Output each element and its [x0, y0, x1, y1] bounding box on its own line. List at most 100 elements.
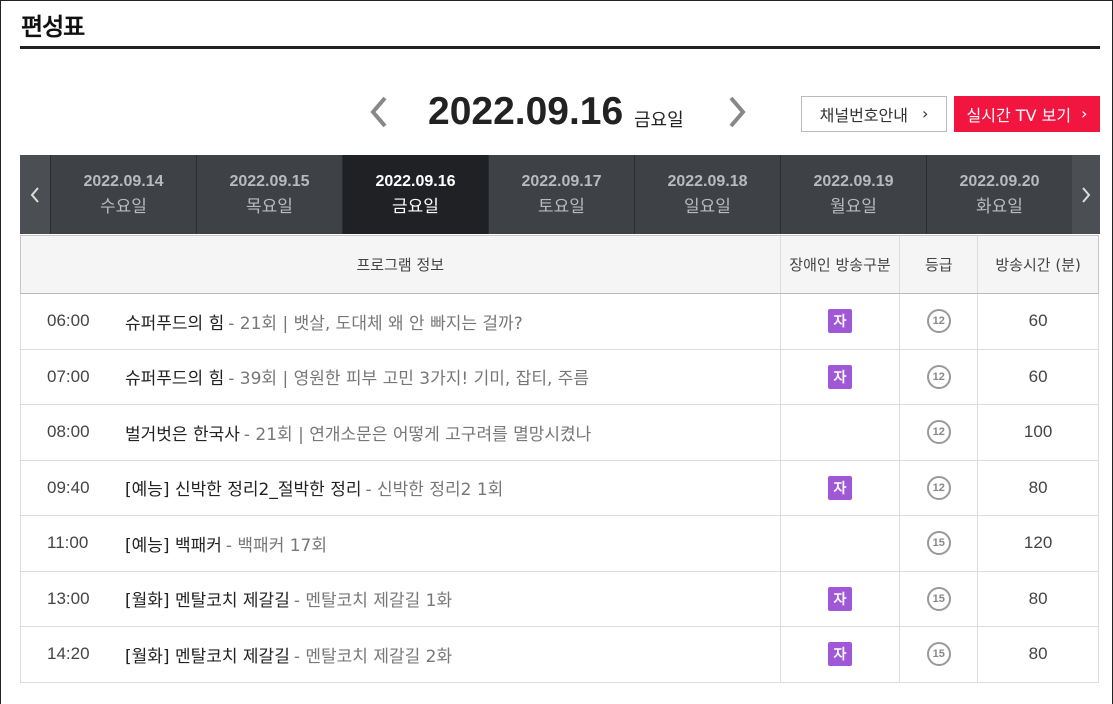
age-rating-icon: 12	[926, 309, 951, 334]
duration-value: 60	[1028, 366, 1048, 386]
tab-date[interactable]: 2022.09.15 목요일	[196, 155, 342, 234]
chevron-right-icon: ›	[1081, 104, 1088, 123]
header-program-info: 프로그램 정보	[356, 256, 445, 274]
program-title[interactable]: [예능] 신박한 정리2_절박한 정리	[125, 475, 361, 500]
disability-cell: 자	[779, 294, 900, 349]
program-info-cell: 06:00 슈퍼푸드의 힘- 21회 | 뱃살, 도대체 왜 안 빠지는 걸까?	[21, 294, 780, 349]
table-body: 06:00 슈퍼푸드의 힘- 21회 | 뱃살, 도대체 왜 안 빠지는 걸까? 자…	[20, 294, 1099, 683]
date-tabs: 2022.09.14 수요일 2022.09.15 목요일 2022.09.16 금요…	[20, 155, 1100, 234]
tab-date-active[interactable]: 2022.09.16 금요일	[342, 155, 488, 234]
tab-date[interactable]: 2022.09.18 일요일	[634, 155, 780, 234]
disability-cell	[779, 516, 900, 571]
tab-date[interactable]: 2022.09.17 토요일	[488, 155, 634, 234]
duration-value: 120	[1023, 533, 1053, 553]
program-episode: - 멘탈코치 제갈길 2화	[293, 646, 453, 667]
tabs-prev-icon[interactable]	[20, 155, 50, 234]
tab-date-label: 2022.09.19	[813, 172, 894, 190]
subtitle-badge: 자	[827, 364, 852, 389]
program-title[interactable]: 슈퍼푸드의 힘	[125, 364, 224, 389]
program-title[interactable]: [월화] 멘탈코치 제갈길	[125, 642, 290, 667]
table-row: 09:40 [예능] 신박한 정리2_절박한 정리 - 신박한 정리2 1회 자 12 8…	[20, 460, 1099, 516]
tab-day-label: 목요일	[246, 196, 293, 217]
program-title[interactable]: [예능] 백패커	[125, 531, 222, 556]
disability-cell: 자	[779, 460, 900, 515]
duration-cell: 60	[977, 294, 1098, 349]
program-episode: - 39회 | 영원한 피부 고민 3가지! 기미, 잡티, 주름	[228, 369, 590, 390]
age-rating-icon: 15	[926, 586, 951, 611]
tab-day-label: 화요일	[976, 196, 1023, 217]
broadcast-time: 09:40	[47, 477, 90, 497]
program-info-cell: 09:40 [예능] 신박한 정리2_절박한 정리 - 신박한 정리2 1회	[21, 461, 780, 516]
age-rating-icon: 12	[926, 475, 951, 500]
live-tv-label: 실시간 TV 보기	[966, 106, 1072, 125]
duration-cell: 60	[977, 349, 1098, 404]
schedule-table: 프로그램 정보 장애인 방송구분 등급 방송시간 (분) 06:00 슈퍼푸드의 …	[20, 235, 1099, 683]
current-day: 금요일	[634, 110, 684, 131]
channel-guide-button[interactable]: 채널번호안내 ›	[801, 96, 947, 132]
duration-cell: 120	[977, 516, 1098, 571]
program-info-cell: 14:20 [월화] 멘탈코치 제갈길 - 멘탈코치 제갈길 2화	[21, 627, 780, 682]
tab-day-label: 수요일	[100, 196, 147, 217]
tab-date[interactable]: 2022.09.14 수요일	[50, 155, 196, 234]
subtitle-badge: 자	[827, 475, 852, 500]
header-disability: 장애인 방송구분	[779, 236, 900, 293]
age-rating-icon: 12	[926, 364, 951, 389]
program-title[interactable]: 슈퍼푸드의 힘	[125, 309, 224, 334]
program-title[interactable]: [월화] 멘탈코치 제갈길	[125, 586, 290, 611]
disability-cell: 자	[779, 349, 900, 404]
broadcast-time: 13:00	[47, 588, 90, 608]
program-title[interactable]: 벌거벗은 한국사	[125, 420, 240, 445]
program-episode: - 21회 | 뱃살, 도대체 왜 안 빠지는 걸까?	[228, 313, 523, 334]
grade-cell: 12	[899, 349, 977, 404]
disability-cell	[779, 405, 900, 460]
grade-cell: 12	[899, 460, 977, 515]
channel-guide-label: 채널번호안내	[819, 106, 908, 125]
duration-cell: 100	[977, 405, 1098, 460]
next-date-icon[interactable]	[719, 92, 751, 132]
tab-day-label: 토요일	[538, 196, 585, 217]
broadcast-time: 11:00	[47, 533, 89, 553]
tabs-next-icon[interactable]	[1072, 155, 1100, 234]
tab-date-label: 2022.09.18	[667, 172, 748, 190]
tab-date[interactable]: 2022.09.20 화요일	[926, 155, 1072, 234]
tab-day-label: 월요일	[830, 196, 877, 217]
broadcast-time: 07:00	[47, 366, 90, 386]
tab-date-label: 2022.09.17	[521, 172, 602, 190]
disability-cell: 자	[779, 571, 900, 626]
live-tv-button[interactable]: 실시간 TV 보기 ›	[954, 96, 1100, 132]
duration-value: 100	[1023, 422, 1053, 442]
program-episode: - 21회 | 연개소문은 어떻게 고구려를 멸망시켰나	[243, 424, 592, 445]
table-row: 11:00 [예능] 백패커 - 백패커 17회 15 120	[20, 516, 1099, 572]
tab-date[interactable]: 2022.09.19 월요일	[780, 155, 926, 234]
table-row: 13:00 [월화] 멘탈코치 제갈길 - 멘탈코치 제갈길 1화 자 15 80	[20, 571, 1099, 627]
tab-date-label: 2022.09.15	[229, 172, 310, 190]
disability-cell: 자	[779, 627, 900, 682]
broadcast-time: 06:00	[47, 311, 90, 331]
schedule-page: 편성표 2022.09.16 금요일 채널번호안내 › 실시간 TV 보기 › …	[0, 0, 1113, 704]
table-header: 프로그램 정보 장애인 방송구분 등급 방송시간 (분)	[20, 235, 1099, 294]
tab-date-label: 2022.09.20	[959, 172, 1040, 190]
tab-date-label: 2022.09.14	[83, 172, 164, 190]
program-info-cell: 13:00 [월화] 멘탈코치 제갈길 - 멘탈코치 제갈길 1화	[21, 572, 780, 627]
program-info-cell: 11:00 [예능] 백패커 - 백패커 17회	[21, 516, 780, 571]
subtitle-badge: 자	[827, 586, 852, 611]
age-rating-icon: 12	[926, 420, 951, 445]
tab-day-label: 금요일	[392, 196, 439, 217]
grade-cell: 15	[899, 516, 977, 571]
program-info-cell: 08:00 벌거벗은 한국사 - 21회 | 연개소문은 어떻게 고구려를 멸망시켰…	[21, 405, 780, 460]
grade-cell: 12	[899, 294, 977, 349]
duration-cell: 80	[977, 571, 1098, 626]
prev-date-icon[interactable]	[365, 92, 397, 132]
grade-cell: 15	[899, 571, 977, 626]
table-row: 06:00 슈퍼푸드의 힘- 21회 | 뱃살, 도대체 왜 안 빠지는 걸까? 자…	[20, 294, 1099, 350]
date-header: 2022.09.16 금요일 채널번호안내 › 실시간 TV 보기 ›	[1, 81, 1112, 141]
program-episode: - 신박한 정리2 1회	[365, 480, 504, 501]
duration-value: 60	[1028, 311, 1048, 331]
header-duration: 방송시간 (분)	[977, 236, 1098, 293]
broadcast-time: 14:20	[47, 644, 90, 664]
program-episode: - 백패커 17회	[225, 535, 328, 556]
age-rating-icon: 15	[926, 642, 951, 667]
program-info-cell: 07:00 슈퍼푸드의 힘- 39회 | 영원한 피부 고민 3가지! 기미, 잡…	[21, 350, 780, 405]
broadcast-time: 08:00	[47, 422, 90, 442]
page-title: 편성표	[21, 13, 85, 41]
